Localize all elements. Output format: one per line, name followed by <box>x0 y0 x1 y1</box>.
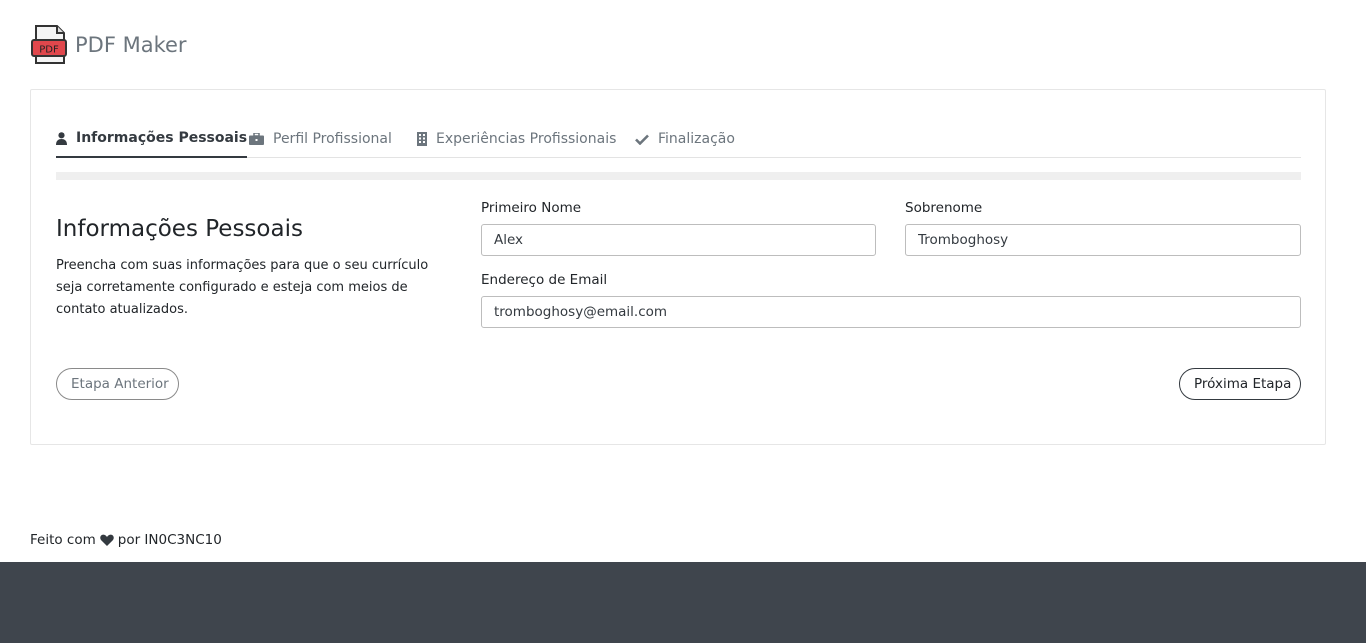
footer-made-with: Feito com <box>30 532 96 548</box>
first-name-input[interactable] <box>481 224 876 256</box>
wizard-card: Informações Pessoais Perfil Profissional… <box>30 89 1326 445</box>
tab-label: Informações Pessoais <box>76 130 248 146</box>
previous-step-button[interactable]: Etapa Anterior <box>56 368 179 400</box>
email-group: Endereço de Email <box>481 272 1301 328</box>
last-name-group: Sobrenome <box>905 200 1301 256</box>
footer-credit: Feito com por IN0C3NC10 <box>30 532 222 548</box>
tab-finalizacao[interactable]: Finalização <box>635 120 735 158</box>
tab-informacoes-pessoais[interactable]: Informações Pessoais <box>56 120 248 158</box>
tab-label: Finalização <box>658 131 735 147</box>
header: PDF PDF Maker <box>30 24 187 66</box>
logo-text: PDF <box>39 45 59 56</box>
brand-name[interactable]: PDF Maker <box>75 33 187 57</box>
pdf-file-icon[interactable]: PDF <box>30 24 68 66</box>
section-description: Preencha com suas informações para que o… <box>56 258 429 317</box>
footer-author: por IN0C3NC10 <box>117 532 222 548</box>
email-label: Endereço de Email <box>481 272 608 288</box>
last-name-label: Sobrenome <box>905 200 983 216</box>
first-name-label: Primeiro Nome <box>481 200 582 216</box>
heart-icon <box>100 534 114 546</box>
last-name-input[interactable] <box>905 224 1301 256</box>
tab-experiencias-profissionais[interactable]: Experiências Profissionais <box>417 120 616 158</box>
progress-bar <box>56 172 1301 180</box>
next-step-button[interactable]: Próxima Etapa <box>1179 368 1301 400</box>
email-input[interactable] <box>481 296 1301 328</box>
first-name-group: Primeiro Nome <box>481 200 876 256</box>
section-intro: Informações Pessoais Preencha com suas i… <box>56 216 456 321</box>
check-icon <box>635 134 649 145</box>
briefcase-icon <box>249 133 264 145</box>
building-icon <box>417 132 427 146</box>
step-tabs: Informações Pessoais Perfil Profissional… <box>56 120 1301 158</box>
section-title: Informações Pessoais <box>56 216 303 242</box>
user-icon <box>56 131 67 145</box>
tab-perfil-profissional[interactable]: Perfil Profissional <box>249 120 392 158</box>
tab-label: Perfil Profissional <box>273 131 392 147</box>
footer-bar <box>0 562 1366 643</box>
tab-label: Experiências Profissionais <box>436 131 617 147</box>
